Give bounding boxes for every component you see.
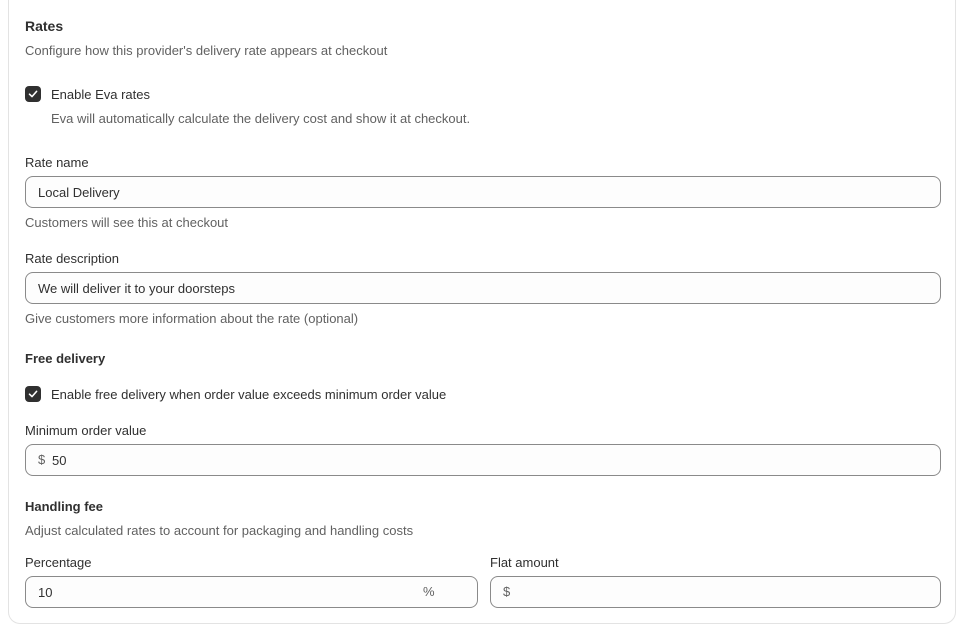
rate-name-field[interactable] — [25, 176, 941, 208]
percentage-label: Percentage — [25, 555, 92, 570]
minimum-order-value-label: Minimum order value — [25, 423, 147, 438]
rate-description-input[interactable] — [38, 273, 928, 303]
free-delivery-title: Free delivery — [25, 351, 106, 366]
rates-card: Rates Configure how this provider's deli… — [8, 0, 956, 624]
checkmark-icon — [28, 390, 38, 398]
rate-name-input[interactable] — [38, 177, 928, 207]
enable-eva-rates-label[interactable]: Enable Eva rates — [51, 87, 150, 102]
handling-fee-subtitle: Adjust calculated rates to account for p… — [25, 523, 414, 538]
currency-prefix: $ — [38, 452, 46, 467]
rates-title: Rates — [25, 18, 64, 34]
flat-amount-label: Flat amount — [490, 555, 559, 570]
percent-suffix: % — [423, 584, 435, 599]
rate-name-help: Customers will see this at checkout — [25, 215, 229, 230]
flat-amount-field[interactable]: $ — [490, 576, 941, 608]
handling-fee-title: Handling fee — [25, 499, 104, 514]
rate-description-help: Give customers more information about th… — [25, 311, 359, 326]
enable-eva-rates-help: Eva will automatically calculate the del… — [51, 111, 471, 126]
rate-name-label: Rate name — [25, 155, 89, 170]
currency-prefix: $ — [503, 584, 511, 599]
enable-eva-rates-checkbox[interactable] — [25, 86, 41, 102]
free-delivery-checkbox-label[interactable]: Enable free delivery when order value ex… — [51, 387, 446, 402]
minimum-order-value-field[interactable]: $ — [25, 444, 941, 476]
percentage-field[interactable]: % — [25, 576, 478, 608]
rate-description-label: Rate description — [25, 251, 119, 266]
rates-subtitle: Configure how this provider's delivery r… — [25, 43, 388, 58]
minimum-order-value-input[interactable] — [52, 445, 928, 475]
rate-description-field[interactable] — [25, 272, 941, 304]
flat-amount-input[interactable] — [517, 577, 927, 607]
free-delivery-checkbox[interactable] — [25, 386, 41, 402]
checkmark-icon — [28, 90, 38, 98]
percentage-input[interactable] — [38, 577, 418, 607]
